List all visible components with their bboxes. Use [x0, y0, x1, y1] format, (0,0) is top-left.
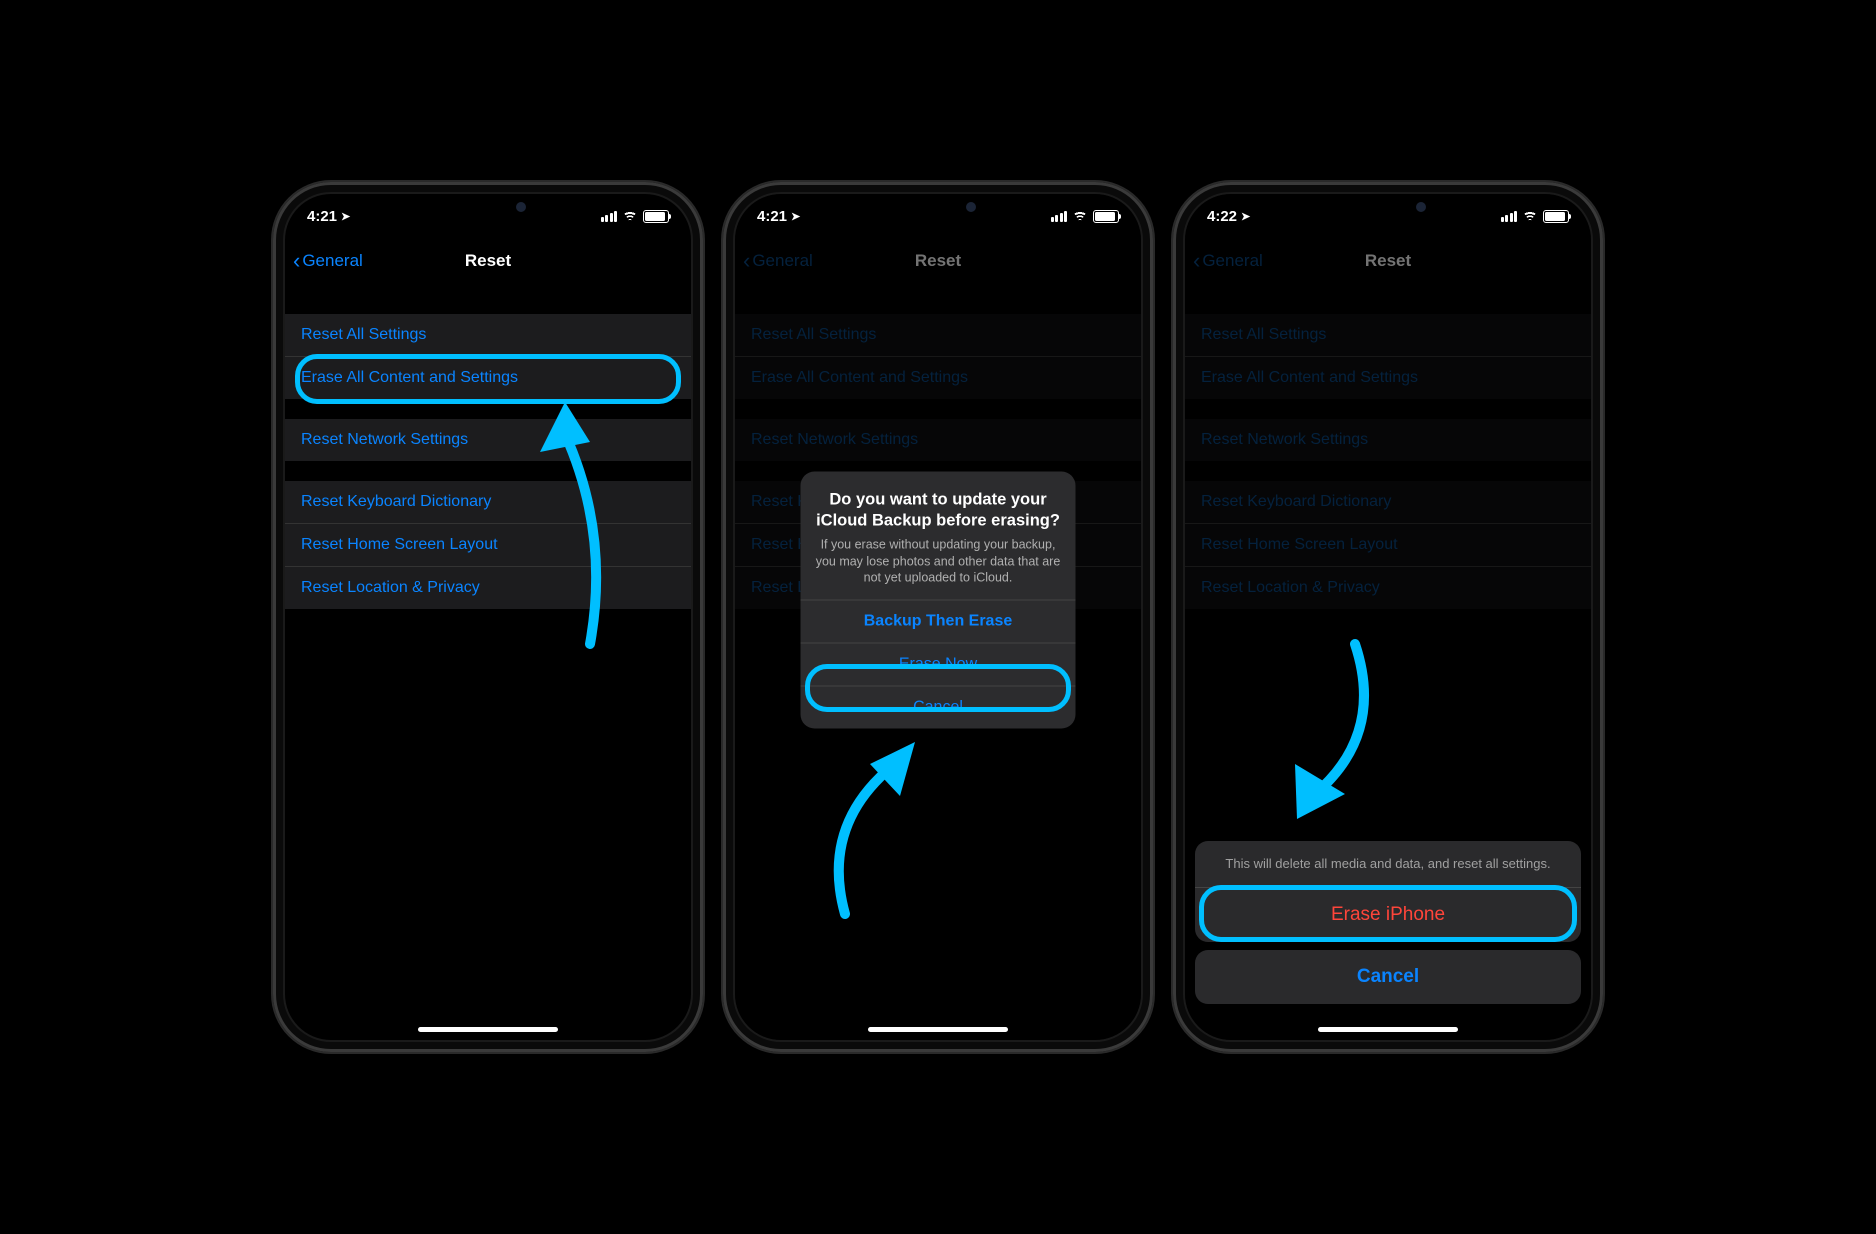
erase-now-button[interactable]: Erase Now: [801, 643, 1076, 686]
battery-icon: [1543, 210, 1569, 223]
erase-iphone-button[interactable]: Erase iPhone: [1195, 888, 1581, 942]
reset-home-screen-row[interactable]: Reset Home Screen Layout: [285, 524, 691, 567]
erase-action-sheet: This will delete all media and data, and…: [1195, 841, 1581, 1012]
cancel-button[interactable]: Cancel: [1195, 950, 1581, 1004]
sheet-message: This will delete all media and data, and…: [1195, 841, 1581, 888]
reset-keyboard-row[interactable]: Reset Keyboard Dictionary: [285, 481, 691, 524]
alert-title: Do you want to update your iCloud Backup…: [815, 490, 1062, 531]
wifi-icon: [1072, 210, 1088, 222]
backup-alert: Do you want to update your iCloud Backup…: [801, 472, 1076, 729]
location-icon: ➤: [1241, 210, 1250, 223]
reset-network-row[interactable]: Reset Network Settings: [285, 419, 691, 461]
back-button[interactable]: ‹ General: [293, 250, 363, 272]
reset-all-settings-row[interactable]: Reset All Settings: [285, 314, 691, 357]
location-icon: ➤: [791, 210, 800, 223]
status-time: 4:22: [1207, 208, 1237, 225]
page-title: Reset: [465, 251, 511, 271]
back-label: General: [302, 251, 362, 271]
status-time: 4:21: [307, 208, 337, 225]
status-time: 4:21: [757, 208, 787, 225]
chevron-left-icon: ‹: [293, 250, 300, 272]
cellular-icon: [601, 211, 618, 222]
backup-then-erase-button[interactable]: Backup Then Erase: [801, 600, 1076, 643]
notch: [408, 194, 568, 220]
settings-group-1: Reset All Settings Erase All Content and…: [285, 314, 691, 399]
cellular-icon: [1051, 211, 1068, 222]
cancel-button[interactable]: Cancel: [801, 686, 1076, 729]
battery-icon: [1093, 210, 1119, 223]
notch: [1308, 194, 1468, 220]
home-indicator[interactable]: [868, 1027, 1008, 1032]
navigation-bar: ‹ General Reset: [285, 238, 691, 284]
notch: [858, 194, 1018, 220]
erase-all-content-row[interactable]: Erase All Content and Settings: [285, 357, 691, 399]
location-icon: ➤: [341, 210, 350, 223]
cellular-icon: [1501, 211, 1518, 222]
settings-group-2: Reset Network Settings: [285, 419, 691, 461]
wifi-icon: [1522, 210, 1538, 222]
phone-frame-2: 4:21 ➤ ‹ General Reset Reset All Setting…: [723, 182, 1153, 1052]
home-indicator[interactable]: [418, 1027, 558, 1032]
phone-frame-1: 4:21 ➤ ‹ General Reset Reset All Setting…: [273, 182, 703, 1052]
settings-group-3: Reset Keyboard Dictionary Reset Home Scr…: [285, 481, 691, 609]
wifi-icon: [622, 210, 638, 222]
reset-location-row[interactable]: Reset Location & Privacy: [285, 567, 691, 609]
battery-icon: [643, 210, 669, 223]
alert-message: If you erase without updating your backu…: [815, 537, 1062, 586]
phone-frame-3: 4:22 ➤ ‹ General Reset Reset All Setting…: [1173, 182, 1603, 1052]
home-indicator[interactable]: [1318, 1027, 1458, 1032]
